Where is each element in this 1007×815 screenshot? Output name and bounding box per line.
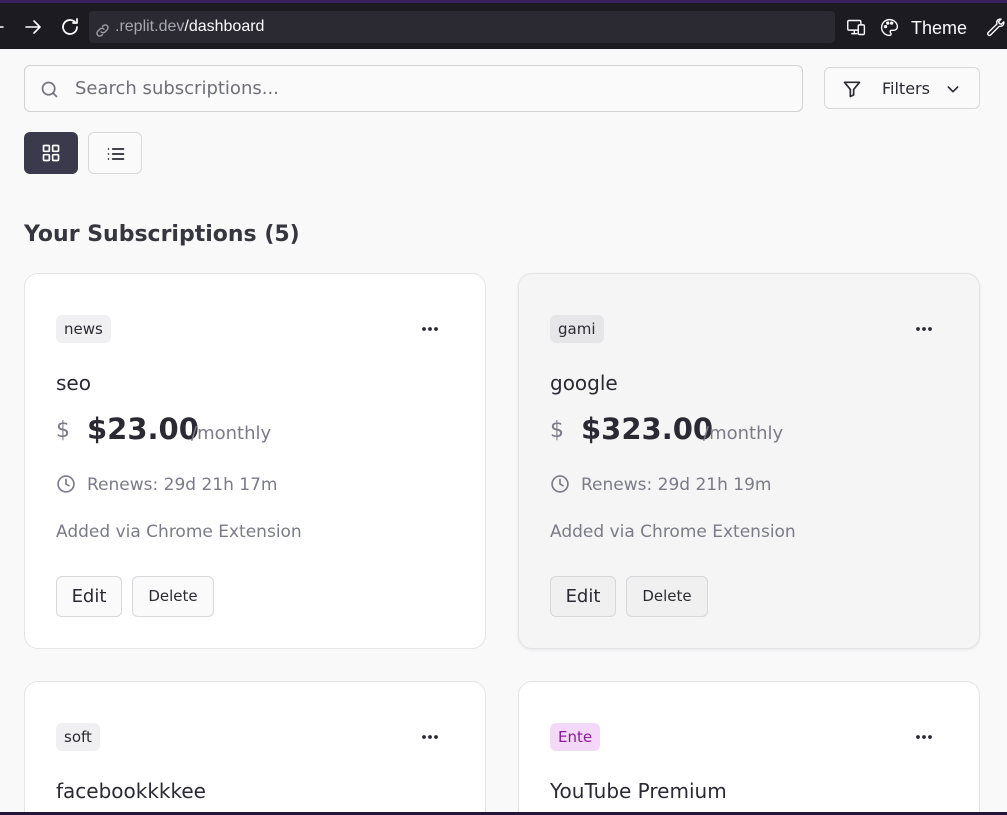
responsive-design-icon[interactable]	[846, 17, 867, 38]
category-tag: soft	[56, 723, 100, 751]
edit-button[interactable]: Edit	[550, 576, 616, 617]
link-icon	[94, 19, 111, 37]
more-icon[interactable]	[912, 318, 936, 340]
forward-arrow-icon[interactable]	[21, 15, 45, 39]
edit-button[interactable]: Edit	[56, 576, 122, 617]
source-text: Added via Chrome Extension	[550, 522, 796, 542]
more-icon[interactable]	[912, 726, 936, 748]
renews-label: Renews:	[581, 475, 653, 495]
search-icon	[39, 79, 60, 100]
billing-period: /monthly	[703, 423, 784, 444]
subscription-card[interactable]: Ente YouTube Premium	[518, 681, 980, 815]
subscription-name: facebookkkkee	[56, 779, 206, 803]
list-icon	[107, 148, 125, 160]
renews-text: Renews: 29d 21h 17m	[87, 473, 277, 497]
subscription-name: seo	[56, 371, 91, 395]
price: $23.00	[87, 412, 199, 446]
renews-label: Renews:	[87, 475, 159, 495]
subscription-name: google	[550, 371, 618, 395]
renews-text: Renews: 29d 21h 19m	[581, 473, 771, 497]
page-title: Your Subscriptions (5)	[24, 222, 300, 247]
category-tag: gami	[550, 315, 604, 343]
clock-icon	[56, 474, 76, 494]
category-tag: Ente	[550, 723, 601, 751]
grid-view-button[interactable]	[24, 132, 78, 174]
reload-icon[interactable]	[58, 15, 82, 39]
filters-label: Filters	[882, 79, 930, 98]
chevron-down-icon	[945, 81, 961, 97]
currency-icon: $	[56, 418, 70, 443]
browser-toolbar: .replit.dev/dashboard Theme	[0, 0, 1007, 49]
delete-button[interactable]: Delete	[132, 576, 214, 617]
subscription-card[interactable]: soft facebookkkkee	[24, 681, 486, 815]
theme-label[interactable]: Theme	[911, 17, 967, 39]
filters-button[interactable]: Filters	[824, 67, 980, 109]
url-path: /dashboard	[184, 18, 265, 35]
search-box	[24, 65, 803, 112]
search-input[interactable]	[75, 66, 775, 111]
renews-countdown: 29d 21h 19m	[657, 475, 772, 495]
url-bar[interactable]: .replit.dev/dashboard	[89, 11, 835, 43]
subscription-name: YouTube Premium	[550, 779, 727, 803]
price: $323.00	[581, 412, 714, 446]
wrench-icon[interactable]	[984, 17, 1005, 38]
source-text: Added via Chrome Extension	[56, 522, 302, 542]
renews-countdown: 29d 21h 17m	[163, 475, 278, 495]
app-frame: .replit.dev/dashboard Theme Filters	[0, 0, 1007, 815]
currency-icon: $	[550, 418, 564, 443]
filter-icon	[842, 79, 862, 99]
more-icon[interactable]	[418, 318, 442, 340]
category-tag: news	[56, 315, 111, 343]
subscription-card[interactable]: news seo $ $23.00 /monthly Renews: 29d 2…	[24, 273, 486, 649]
back-arrow-icon[interactable]	[0, 15, 8, 39]
clock-icon	[550, 474, 570, 494]
url-domain: .replit.dev	[115, 18, 185, 35]
more-icon[interactable]	[418, 726, 442, 748]
list-view-button[interactable]	[88, 132, 142, 174]
grid-icon	[42, 144, 60, 162]
delete-button[interactable]: Delete	[626, 576, 708, 617]
subscription-card[interactable]: gami google $ $323.00 /monthly Renews: 2…	[518, 273, 980, 649]
palette-icon[interactable]	[879, 17, 900, 38]
billing-period: /monthly	[191, 423, 272, 444]
